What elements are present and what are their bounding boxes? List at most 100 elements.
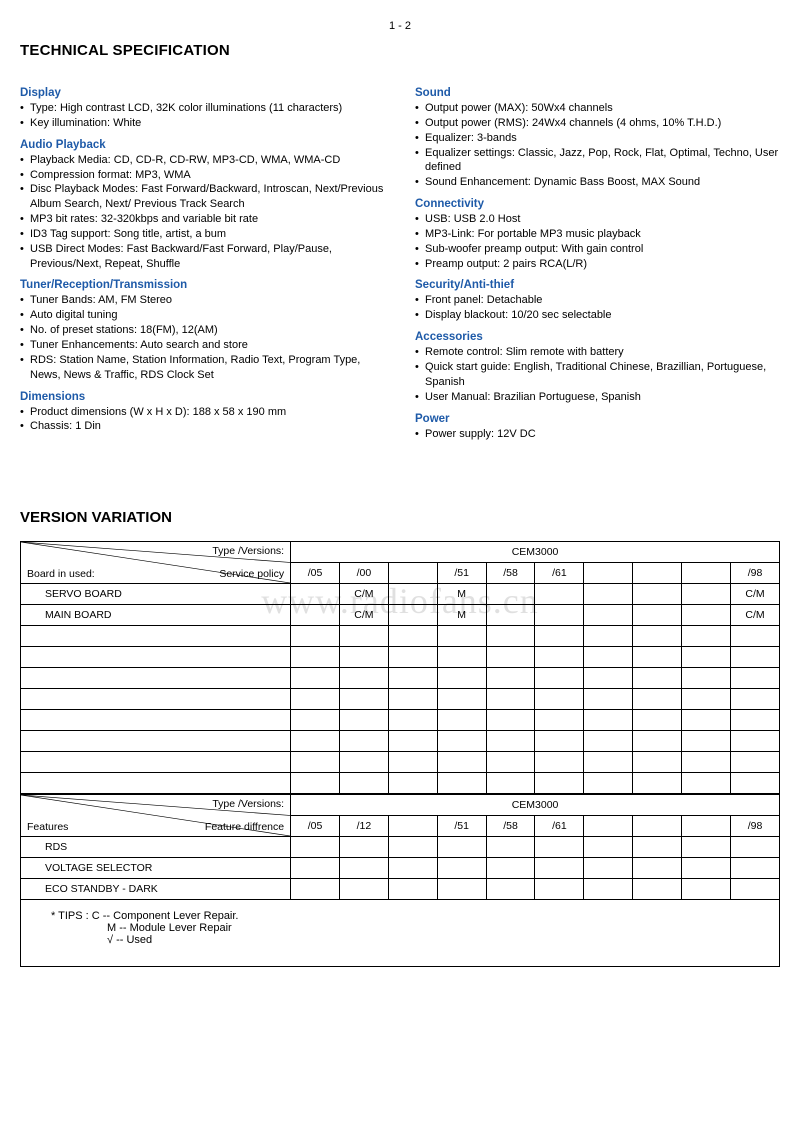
- heading-technical-spec: TECHNICAL SPECIFICATION: [20, 42, 780, 59]
- version-col-header: /98: [730, 563, 779, 584]
- blank-cell: [339, 668, 388, 689]
- blank-cell: [633, 710, 682, 731]
- spec-item: Key illumination: White: [20, 116, 385, 131]
- spec-item: Type: High contrast LCD, 32K color illum…: [20, 101, 385, 116]
- spec-item: Auto digital tuning: [20, 308, 385, 323]
- section-title: Dimensions: [20, 391, 385, 403]
- version-col-header: [633, 816, 682, 837]
- blank-cell: [339, 731, 388, 752]
- version-col-header: /12: [339, 816, 388, 837]
- blank-cell: [21, 668, 291, 689]
- spec-list: Front panel: DetachableDisplay blackout:…: [415, 293, 780, 323]
- version-col-header: /51: [437, 563, 486, 584]
- blank-cell: [388, 752, 437, 773]
- cell: [682, 858, 731, 879]
- version-col-header: /61: [535, 816, 584, 837]
- cell: [682, 837, 731, 858]
- section-title: Tuner/Reception/Transmission: [20, 279, 385, 291]
- spec-item: Power supply: 12V DC: [415, 427, 780, 442]
- cell: [437, 858, 486, 879]
- blank-cell: [633, 668, 682, 689]
- section-title: Power: [415, 413, 780, 425]
- blank-cell: [584, 731, 633, 752]
- cell: [291, 584, 340, 605]
- cell: [388, 584, 437, 605]
- blank-cell: [21, 710, 291, 731]
- version-table: Type /Versions:Board in used:Service pol…: [20, 541, 780, 794]
- blank-cell: [486, 731, 535, 752]
- blank-cell: [291, 626, 340, 647]
- blank-cell: [730, 710, 779, 731]
- blank-cell: [535, 668, 584, 689]
- spec-item: Front panel: Detachable: [415, 293, 780, 308]
- blank-cell: [388, 731, 437, 752]
- cell: [535, 879, 584, 900]
- blank-cell: [21, 647, 291, 668]
- diag-label-top: Type /Versions:: [212, 798, 284, 810]
- version-col-header: [682, 563, 731, 584]
- version-col-header: [388, 563, 437, 584]
- blank-cell: [486, 668, 535, 689]
- blank-cell: [535, 626, 584, 647]
- cell: [584, 584, 633, 605]
- spec-list: Type: High contrast LCD, 32K color illum…: [20, 101, 385, 131]
- version-col-header: /51: [437, 816, 486, 837]
- row-label: SERVO BOARD: [21, 584, 291, 605]
- cell: [682, 605, 731, 626]
- spec-item: USB: USB 2.0 Host: [415, 212, 780, 227]
- blank-cell: [388, 626, 437, 647]
- version-col-header: [633, 563, 682, 584]
- blank-cell: [633, 626, 682, 647]
- tips-box: * TIPS : C -- Component Lever Repair.M -…: [20, 900, 780, 967]
- spec-item: ID3 Tag support: Song title, artist, a b…: [20, 227, 385, 242]
- blank-cell: [535, 689, 584, 710]
- blank-cell: [291, 689, 340, 710]
- section-title: Accessories: [415, 331, 780, 343]
- blank-cell: [730, 626, 779, 647]
- cell: M: [437, 584, 486, 605]
- blank-cell: [535, 647, 584, 668]
- cell: [584, 879, 633, 900]
- diag-label-br: Service policy: [219, 568, 284, 580]
- spec-item: RDS: Station Name, Station Information, …: [20, 353, 385, 383]
- blank-cell: [486, 626, 535, 647]
- blank-cell: [584, 773, 633, 794]
- cell: [486, 605, 535, 626]
- cell: [584, 858, 633, 879]
- diag-header-cell: Type /Versions:Board in used:Service pol…: [21, 542, 291, 584]
- blank-cell: [339, 710, 388, 731]
- version-col-header: /98: [730, 816, 779, 837]
- cell: [388, 858, 437, 879]
- cell: [730, 858, 779, 879]
- spec-item: Equalizer: 3-bands: [415, 131, 780, 146]
- version-col-header: [682, 816, 731, 837]
- spec-list: Playback Media: CD, CD-R, CD-RW, MP3-CD,…: [20, 153, 385, 272]
- spec-item: Tuner Bands: AM, FM Stereo: [20, 293, 385, 308]
- spec-item: USB Direct Modes: Fast Backward/Fast For…: [20, 242, 385, 272]
- blank-cell: [535, 710, 584, 731]
- cell: [339, 879, 388, 900]
- spec-list: Output power (MAX): 50Wx4 channelsOutput…: [415, 101, 780, 190]
- version-col-header: /05: [291, 563, 340, 584]
- version-col-header: /58: [486, 563, 535, 584]
- blank-cell: [339, 773, 388, 794]
- blank-cell: [291, 668, 340, 689]
- version-col-header: [388, 816, 437, 837]
- spec-item: Quick start guide: English, Traditional …: [415, 360, 780, 390]
- blank-cell: [633, 689, 682, 710]
- blank-cell: [535, 773, 584, 794]
- blank-cell: [730, 689, 779, 710]
- cell: [339, 837, 388, 858]
- spec-item: User Manual: Brazilian Portuguese, Spani…: [415, 390, 780, 405]
- row-label: RDS: [21, 837, 291, 858]
- blank-cell: [730, 773, 779, 794]
- spec-list: Tuner Bands: AM, FM StereoAuto digital t…: [20, 293, 385, 382]
- spec-item: Preamp output: 2 pairs RCA(L/R): [415, 257, 780, 272]
- blank-cell: [682, 773, 731, 794]
- cell: C/M: [730, 605, 779, 626]
- blank-cell: [388, 710, 437, 731]
- cell: [339, 858, 388, 879]
- version-col-header: [584, 563, 633, 584]
- spec-list: Remote control: Slim remote with battery…: [415, 345, 780, 404]
- blank-cell: [21, 752, 291, 773]
